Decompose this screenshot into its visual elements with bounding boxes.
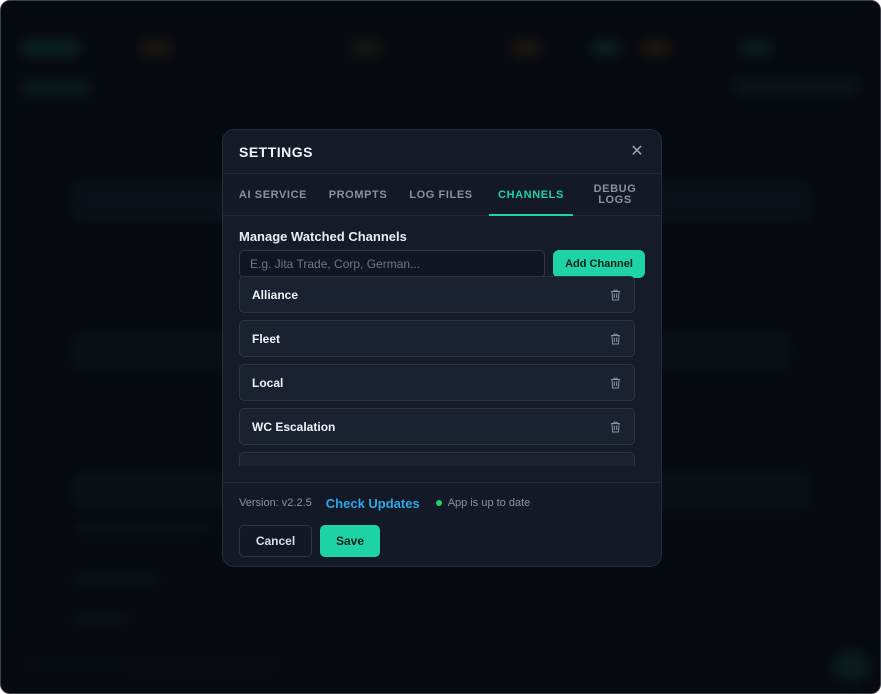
channels-panel: Manage Watched Channels Add Channel Alli… xyxy=(223,216,661,482)
trash-icon[interactable] xyxy=(608,332,622,346)
modal-header: SETTINGS ✕ xyxy=(223,130,661,174)
list-item: Alliance xyxy=(239,276,635,313)
trash-icon[interactable] xyxy=(608,420,622,434)
section-title: Manage Watched Channels xyxy=(239,229,407,244)
check-updates-link[interactable]: Check Updates xyxy=(326,496,420,511)
tab-debug-logs[interactable]: DEBUG LOGS xyxy=(573,174,657,216)
tab-channels[interactable]: CHANNELS xyxy=(489,174,573,216)
channel-name: Alliance xyxy=(252,287,299,302)
version-row: Version: v2.2.5 Check Updates App is up … xyxy=(239,495,647,511)
settings-tabs: AI SERVICE PROMPTS LOG FILES CHANNELS DE… xyxy=(223,174,661,216)
add-channel-row: Add Channel xyxy=(239,250,645,278)
trash-icon[interactable] xyxy=(608,288,622,302)
tab-ai-service[interactable]: AI SERVICE xyxy=(223,174,323,216)
channel-name: Local xyxy=(252,375,284,390)
update-status: App is up to date xyxy=(447,497,531,509)
settings-modal: SETTINGS ✕ AI SERVICE PROMPTS LOG FILES … xyxy=(222,129,662,567)
tab-prompts[interactable]: PROMPTS xyxy=(323,174,393,216)
version-label: Version: v2.2.5 xyxy=(239,497,312,509)
channel-name-input[interactable] xyxy=(239,250,545,278)
channel-list[interactable]: Alliance Fleet Local WC Escalation xyxy=(239,276,649,466)
cancel-button[interactable]: Cancel xyxy=(239,525,312,557)
app-window: SETTINGS ✕ AI SERVICE PROMPTS LOG FILES … xyxy=(0,0,881,694)
modal-footer: Version: v2.2.5 Check Updates App is up … xyxy=(223,482,661,566)
trash-icon[interactable] xyxy=(608,376,622,390)
channel-name: WC Escalation xyxy=(252,419,336,434)
channel-name: Fleet xyxy=(252,331,281,346)
add-channel-button[interactable]: Add Channel xyxy=(553,250,645,278)
action-buttons: Cancel Save xyxy=(239,525,647,557)
list-item: Local xyxy=(239,364,635,401)
list-item: WC Escalation xyxy=(239,408,635,445)
close-icon[interactable]: ✕ xyxy=(629,143,645,160)
list-item-partial xyxy=(239,452,635,466)
list-item: Fleet xyxy=(239,320,635,357)
status-dot-icon xyxy=(435,500,442,506)
save-button[interactable]: Save xyxy=(320,525,380,557)
modal-title: SETTINGS xyxy=(239,143,314,160)
tab-log-files[interactable]: LOG FILES xyxy=(393,174,489,216)
